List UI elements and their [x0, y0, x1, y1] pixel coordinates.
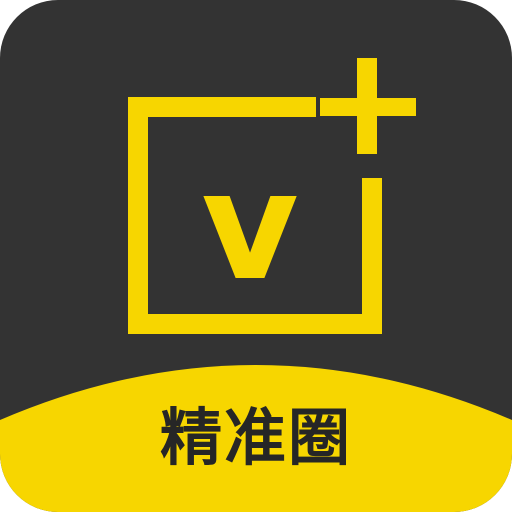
app-name-label: 精准圈	[159, 401, 352, 474]
app-icon[interactable]: v 精准圈	[0, 0, 512, 512]
